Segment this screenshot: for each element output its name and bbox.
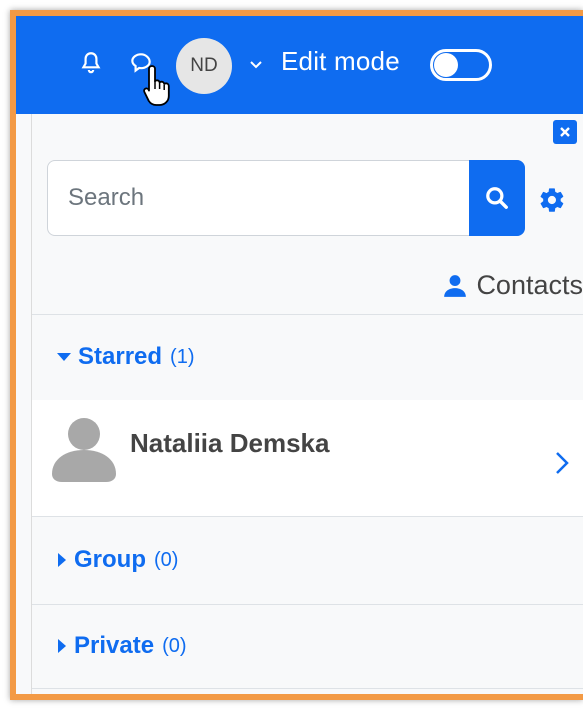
section-private-label: Private <box>74 632 155 659</box>
hand-cursor-icon <box>143 65 170 106</box>
search-input[interactable] <box>48 161 468 235</box>
chevron-right-icon <box>556 452 569 474</box>
messages-drawer: Contacts Starred (1) Nataliia Demska <box>31 114 583 694</box>
section-group-count: (0) <box>154 548 179 571</box>
section-group[interactable]: Group (0) <box>32 516 583 604</box>
section-starred[interactable]: Starred (1) <box>32 314 583 400</box>
edit-mode-toggle[interactable] <box>430 49 492 81</box>
contact-name: Nataliia Demska <box>130 428 330 458</box>
section-private-count: (0) <box>162 634 187 657</box>
contacts-link[interactable]: Contacts <box>442 270 583 301</box>
toggle-knob <box>434 53 458 77</box>
search-icon <box>486 187 508 209</box>
section-starred-count: (1) <box>170 345 195 368</box>
chevron-down-icon[interactable] <box>248 56 264 72</box>
contacts-label: Contacts <box>476 270 583 300</box>
user-initials: ND <box>190 55 218 76</box>
caret-right-icon <box>58 553 66 567</box>
close-button[interactable] <box>553 120 577 144</box>
person-icon <box>444 274 467 297</box>
caret-right-icon <box>58 639 66 653</box>
caret-down-icon <box>57 353 71 361</box>
close-icon <box>560 127 570 137</box>
section-starred-label: Starred <box>78 343 163 370</box>
divider <box>32 688 583 689</box>
default-avatar-icon <box>52 418 116 482</box>
screenshot-frame: ND Edit mode Search Contacts Starred (1)… <box>10 10 583 700</box>
bell-icon[interactable] <box>78 50 104 76</box>
section-group-label: Group <box>74 546 146 573</box>
conversation-item[interactable]: Nataliia Demska <box>32 400 583 516</box>
top-navbar: ND Edit mode <box>16 16 583 114</box>
gear-icon[interactable] <box>538 186 566 214</box>
user-avatar[interactable]: ND <box>176 38 232 94</box>
section-private[interactable]: Private (0) <box>32 604 583 688</box>
search-button[interactable] <box>469 160 525 236</box>
edit-mode-label: Edit mode <box>281 46 400 76</box>
search-box <box>47 160 525 236</box>
